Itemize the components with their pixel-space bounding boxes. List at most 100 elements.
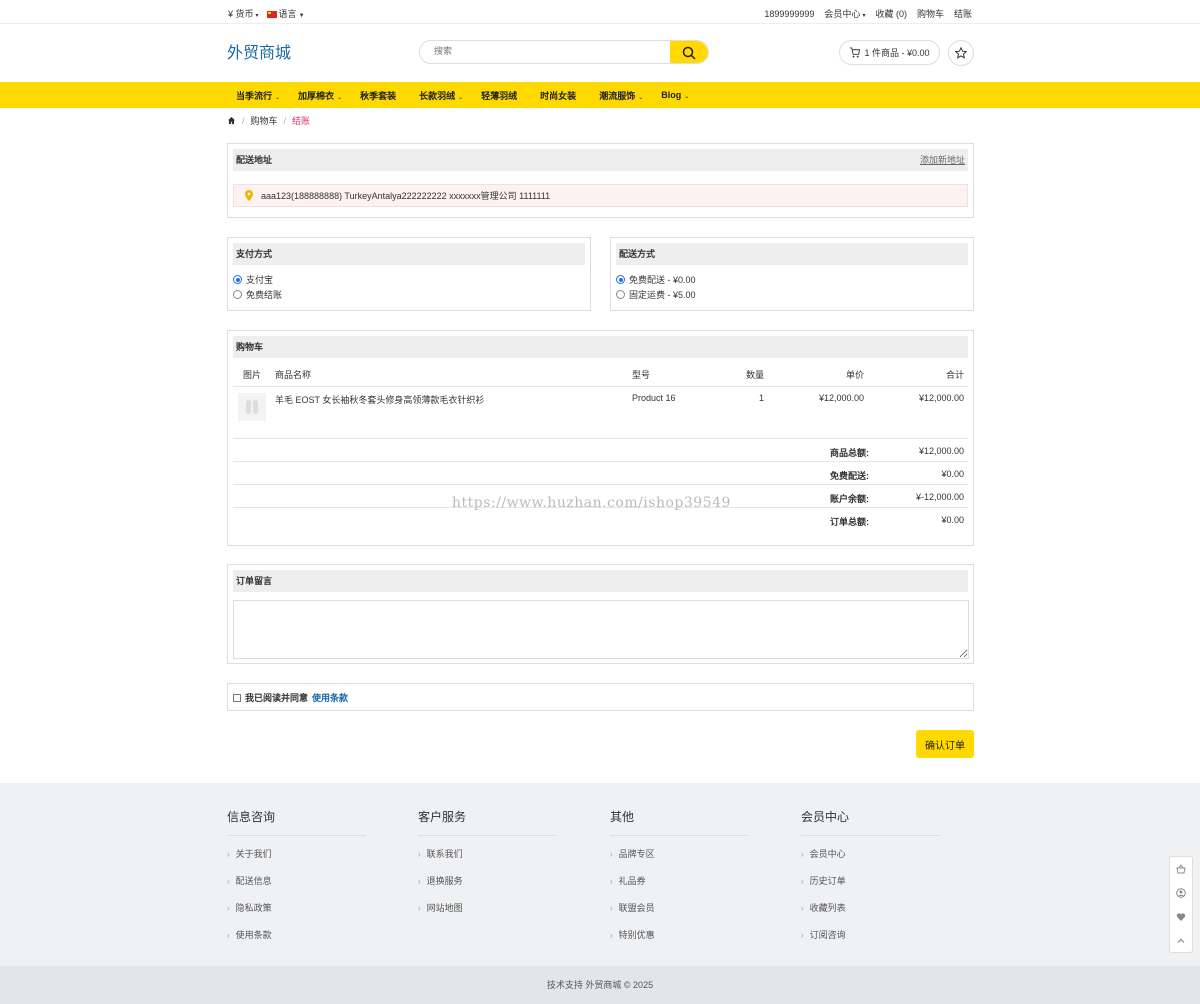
footer-link[interactable]: › 退换服务 [418, 873, 557, 900]
terms-checkbox[interactable] [233, 693, 241, 702]
chevron-right-icon: › [610, 877, 613, 886]
add-address-link[interactable]: 添加新地址 [920, 149, 965, 171]
footer-column: 其他 › 品牌专区 › 礼品券 › 联盟会员 › 特别优惠 [610, 808, 749, 954]
option-label: 支付宝 [246, 275, 274, 285]
footer-column-title: 信息咨询 [227, 808, 366, 836]
nav-item[interactable]: 潮流服饰 ⌄ [590, 89, 652, 102]
comment-textarea[interactable] [233, 600, 969, 659]
footer-column-title: 其他 [610, 808, 749, 836]
radio-selected[interactable] [616, 275, 625, 284]
chevron-up-icon [1177, 938, 1185, 943]
member-center-link[interactable]: 会员中心 ▾ [824, 7, 865, 20]
footer-link[interactable]: › 关于我们 [227, 846, 366, 873]
header-cart-button[interactable]: 1 件商品 - ¥0.00 [839, 40, 940, 65]
total-label: 免费配送: [830, 471, 869, 481]
footer-link[interactable]: › 礼品券 [610, 873, 749, 900]
panel-title: 配送方式 [619, 249, 656, 259]
nav-item[interactable]: 秋季套装 [351, 89, 410, 102]
address-text: aaa123(188888888) TurkeyAntalya222222222… [261, 191, 551, 201]
nav-item[interactable]: 轻薄羽绒 [472, 89, 531, 102]
chevron-right-icon: › [418, 904, 421, 913]
confirm-order-button[interactable]: 确认订单 [916, 730, 974, 758]
chevron-right-icon: › [801, 904, 804, 913]
star-icon [955, 47, 967, 59]
chevron-right-icon: › [418, 877, 421, 886]
radio[interactable] [616, 290, 625, 299]
panel-title: 配送地址 [236, 155, 273, 165]
footer-link[interactable]: › 历史订单 [801, 873, 940, 900]
cart-link[interactable]: 购物车 [917, 7, 944, 20]
chevron-down-icon: ⌄ [275, 94, 281, 101]
search-bar [419, 40, 709, 64]
chevron-right-icon: › [801, 850, 804, 859]
panel-title: 支付方式 [236, 249, 273, 259]
nav-item[interactable]: 加厚棉衣 ⌄ [289, 89, 351, 102]
option-label: 固定运费 - ¥5.00 [629, 290, 696, 300]
footer-link[interactable]: › 品牌专区 [610, 846, 749, 873]
nav-item[interactable]: 当季流行 ⌄ [227, 89, 289, 102]
chevron-down-icon: ⌄ [458, 94, 464, 101]
shipping-option-free[interactable]: 免费配送 - ¥0.00 [616, 273, 696, 286]
search-input[interactable] [434, 46, 674, 56]
total-label: 商品总额: [830, 448, 869, 458]
footer-link[interactable]: › 特别优惠 [610, 927, 749, 954]
favorites-link[interactable]: 收藏 (0) [875, 7, 907, 20]
chevron-right-icon: › [801, 931, 804, 940]
nav-item[interactable]: 长款羽绒 ⌄ [410, 89, 472, 102]
payment-option-alipay[interactable]: 支付宝 [233, 273, 273, 286]
wishlist-button[interactable] [948, 40, 974, 66]
back-to-top-button[interactable] [1170, 929, 1192, 953]
checkout-link[interactable]: 结账 [954, 7, 972, 20]
language-selector[interactable]: 语言 ▼ [266, 7, 305, 20]
terms-label: 我已阅读并同意 [245, 693, 309, 703]
footer-link[interactable]: › 联盟会员 [610, 900, 749, 927]
chevron-right-icon: › [227, 877, 230, 886]
radio[interactable] [233, 290, 242, 299]
footer-link[interactable]: › 隐私政策 [227, 900, 366, 927]
column-header: 图片 [233, 364, 275, 387]
breadcrumb-cart[interactable]: 购物车 [251, 114, 278, 127]
footer-link[interactable]: › 网站地图 [418, 900, 557, 927]
footer-link[interactable]: › 收藏列表 [801, 900, 940, 927]
footer-link[interactable]: › 订阅咨询 [801, 927, 940, 954]
payment-option-free[interactable]: 免费结账 [233, 288, 282, 301]
panel-title: 购物车 [236, 342, 264, 352]
total-value: ¥0.00 [941, 469, 964, 479]
chevron-right-icon: › [801, 877, 804, 886]
panel-header: 订单留言 [233, 570, 968, 592]
site-logo[interactable]: 外贸商城 [227, 39, 291, 63]
address-option[interactable]: aaa123(188888888) TurkeyAntalya222222222… [233, 184, 968, 207]
product-name[interactable]: 羊毛 EOST 女长袖秋冬套头修身高领薄款毛衣针织衫 [275, 386, 632, 436]
footer-link[interactable]: › 联系我们 [418, 846, 557, 873]
option-label: 免费配送 - ¥0.00 [629, 275, 696, 285]
nav-item[interactable]: Blog ⌄ [652, 90, 698, 100]
currency-selector[interactable]: ¥ 货币 ▾ [228, 7, 259, 20]
product-qty: 1 [758, 392, 764, 403]
chevron-right-icon: › [227, 904, 230, 913]
footer-column: 会员中心 › 会员中心 › 历史订单 › 收藏列表 › 订阅咨询 [801, 808, 940, 954]
terms-link[interactable]: 使用条款 [312, 691, 348, 704]
radio-selected[interactable] [233, 275, 242, 284]
side-cart-button[interactable] [1170, 857, 1192, 881]
location-pin-icon [245, 190, 253, 201]
panel-header: 配送地址 添加新地址 [233, 149, 968, 171]
home-icon[interactable] [227, 116, 236, 125]
footer: 信息咨询 › 关于我们 › 配送信息 › 隐私政策 › 使用条款 客户服务 › 联系我们 … [0, 783, 1200, 966]
footer-link[interactable]: › 会员中心 [801, 846, 940, 873]
side-wishlist-button[interactable] [1170, 905, 1192, 929]
chevron-right-icon: › [227, 850, 230, 859]
side-account-button[interactable] [1170, 881, 1192, 905]
nav-item[interactable]: 时尚女装 [531, 89, 590, 102]
table-header-row: 图片 商品名称 型号 数量 单价 合计 [233, 364, 968, 387]
search-button[interactable] [670, 41, 708, 63]
footer-column: 客户服务 › 联系我们 › 退换服务 › 网站地图 [418, 808, 557, 927]
terms-panel: 我已阅读并同意 使用条款 [227, 683, 974, 711]
product-thumbnail[interactable] [238, 392, 266, 421]
shipping-option-fixed[interactable]: 固定运费 - ¥5.00 [616, 288, 696, 301]
floating-toolbar [1169, 856, 1193, 953]
footer-link[interactable]: › 配送信息 [227, 873, 366, 900]
search-icon [682, 46, 696, 60]
breadcrumb-current: 结账 [292, 116, 311, 126]
shipping-method-panel: 配送方式 免费配送 - ¥0.00 固定运费 - ¥5.00 [610, 237, 974, 311]
footer-link[interactable]: › 使用条款 [227, 927, 366, 954]
